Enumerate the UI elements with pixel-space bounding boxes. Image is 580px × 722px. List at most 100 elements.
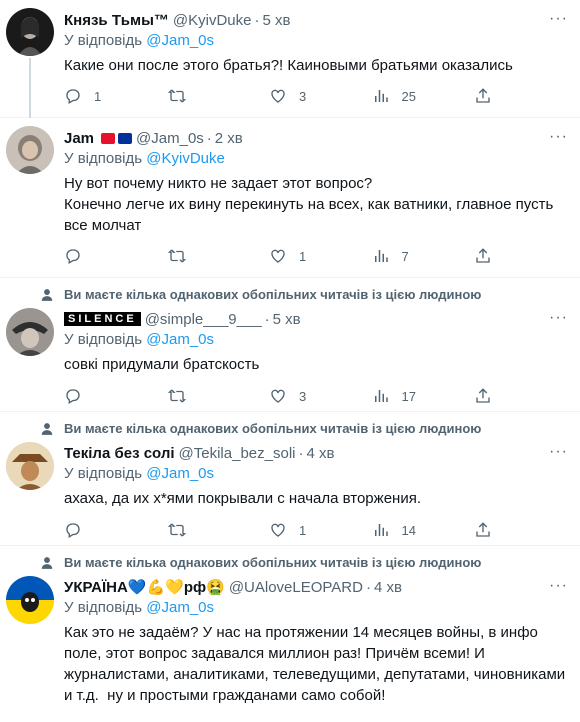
more-options-icon[interactable]: ··· (549, 577, 568, 595)
avatar[interactable] (6, 308, 54, 356)
like-button[interactable]: 3 (269, 86, 359, 106)
reply-count: 1 (94, 88, 102, 104)
tweet-text: Ну вот почему никто не задает этот вопро… (64, 175, 554, 234)
replying-to-link[interactable]: @Jam_0s (146, 599, 214, 616)
replying-to: У відповідь @Jam_0s (64, 599, 214, 616)
retweet-button[interactable] (167, 246, 257, 266)
tweet-tekila[interactable]: Ви маєте кілька однакових обопільних чит… (0, 412, 580, 546)
tweet-ualoveleopard[interactable]: Ви маєте кілька однакових обопільних чит… (0, 546, 580, 722)
avatar[interactable] (6, 442, 54, 490)
replying-to-link[interactable]: @Jam_0s (146, 465, 214, 482)
replying-prefix: У відповідь (64, 465, 143, 482)
replying-prefix: У відповідь (64, 599, 143, 616)
share-button[interactable] (474, 246, 494, 266)
tweet-actions: 1 14 (64, 520, 494, 540)
share-icon (476, 248, 490, 263)
views-count: 14 (401, 522, 416, 538)
more-options-icon[interactable]: ··· (549, 443, 568, 461)
like-button[interactable]: 1 (269, 246, 359, 266)
more-options-icon[interactable]: ··· (549, 128, 568, 146)
timestamp[interactable]: 4 хв (306, 445, 334, 462)
avatar[interactable] (6, 8, 54, 56)
retweet-icon (167, 523, 186, 537)
tweet-actions: 1 7 (64, 246, 494, 266)
reply-icon (66, 89, 80, 104)
mutual-followers-text: Ви маєте кілька однакових обопільних чит… (64, 555, 482, 570)
replying-prefix: У відповідь (64, 32, 143, 49)
views-button[interactable]: 25 (372, 86, 462, 106)
share-button[interactable] (474, 520, 494, 540)
timestamp[interactable]: 4 хв (374, 579, 402, 596)
timestamp[interactable]: 2 хв (215, 130, 243, 147)
like-count: 1 (299, 522, 307, 538)
replying-to: У відповідь @Jam_0s (64, 465, 214, 482)
mutual-followers-text: Ви маєте кілька однакових обопільних чит… (64, 421, 482, 436)
tweet-actions: 3 17 (64, 386, 494, 406)
display-name[interactable]: Jam (64, 130, 94, 147)
display-name[interactable]: Текіла без солі (64, 445, 175, 462)
views-button[interactable]: 17 (372, 386, 462, 406)
reply-button[interactable] (64, 386, 154, 406)
mutual-followers-note: Ви маєте кілька однакових обопільних чит… (40, 421, 572, 436)
share-button[interactable] (474, 86, 494, 106)
separator-dot: · (298, 444, 304, 462)
user-handle[interactable]: @Jam_0s (136, 130, 204, 147)
views-count: 17 (401, 388, 416, 404)
tweet-kyivduke[interactable]: Князь Тьмы™ @KyivDuke · 5 хв ··· У відпо… (0, 0, 580, 118)
avatar[interactable] (6, 576, 54, 624)
display-name[interactable]: Князь Тьмы™ (64, 12, 169, 29)
person-icon (41, 422, 53, 435)
more-options-icon[interactable]: ··· (549, 10, 568, 28)
replying-to: У відповідь @KyivDuke (64, 150, 225, 167)
mutual-followers-note: Ви маєте кілька однакових обопільних чит… (40, 555, 572, 570)
reply-button[interactable] (64, 246, 154, 266)
replying-to-link[interactable]: @Jam_0s (146, 32, 214, 49)
user-handle[interactable]: @simple___9___ (145, 311, 262, 328)
heart-icon (271, 249, 285, 263)
person-icon (41, 288, 53, 301)
reply-button[interactable]: 1 (64, 86, 154, 106)
share-button[interactable] (474, 386, 494, 406)
retweet-button[interactable] (167, 520, 257, 540)
reply-icon (66, 523, 80, 538)
retweet-icon (167, 389, 186, 403)
replying-to-link[interactable]: @KyivDuke (146, 150, 225, 167)
views-button[interactable]: 7 (372, 246, 462, 266)
user-handle[interactable]: @Tekila_bez_soli (179, 445, 296, 462)
tweet-text: Какие они после этого братья?! Каиновыми… (64, 57, 513, 74)
like-button[interactable]: 3 (269, 386, 359, 406)
analytics-icon (374, 524, 388, 536)
views-count: 25 (401, 88, 416, 104)
retweet-button[interactable] (167, 386, 257, 406)
like-count: 3 (299, 388, 307, 404)
heart-icon (271, 89, 285, 103)
mutual-followers-text: Ви маєте кілька однакових обопільних чит… (64, 287, 482, 302)
tweet-jam[interactable]: Jam @Jam_0s · 2 хв ··· У відповідь @Kyiv… (0, 118, 580, 278)
reply-button[interactable] (64, 520, 154, 540)
display-name[interactable]: УКРАЇНА💙💪💛рф🤮 (64, 578, 225, 596)
more-options-icon[interactable]: ··· (549, 309, 568, 327)
timestamp[interactable]: 5 хв (273, 311, 301, 328)
tweet-actions: 1 3 25 (64, 86, 494, 106)
eu-flag-icon (118, 132, 133, 144)
avatar[interactable] (6, 126, 54, 174)
reply-icon (66, 249, 80, 264)
user-handle[interactable]: @KyivDuke (173, 12, 252, 29)
replying-to-link[interactable]: @Jam_0s (146, 331, 214, 348)
replying-to: У відповідь @Jam_0s (64, 331, 214, 348)
replying-prefix: У відповідь (64, 331, 143, 348)
timestamp[interactable]: 5 хв (263, 12, 291, 29)
tweet-text: совкі придумали братскость (64, 356, 260, 373)
heart-icon (271, 389, 285, 403)
retweet-button[interactable] (167, 86, 257, 106)
tweet-silence[interactable]: Ви маєте кілька однакових обопільних чит… (0, 278, 580, 412)
like-button[interactable]: 1 (269, 520, 359, 540)
retweet-icon (167, 89, 186, 103)
reply-icon (66, 389, 80, 404)
views-button[interactable]: 14 (372, 520, 462, 540)
tweet-text: ахаха, да их х*ями покрывали с начала вт… (64, 490, 421, 507)
display-name[interactable]: SILENCE (64, 312, 141, 326)
like-count: 3 (299, 88, 307, 104)
replying-to: У відповідь @Jam_0s (64, 32, 214, 49)
user-handle[interactable]: @UAloveLEOPARD (229, 579, 363, 596)
